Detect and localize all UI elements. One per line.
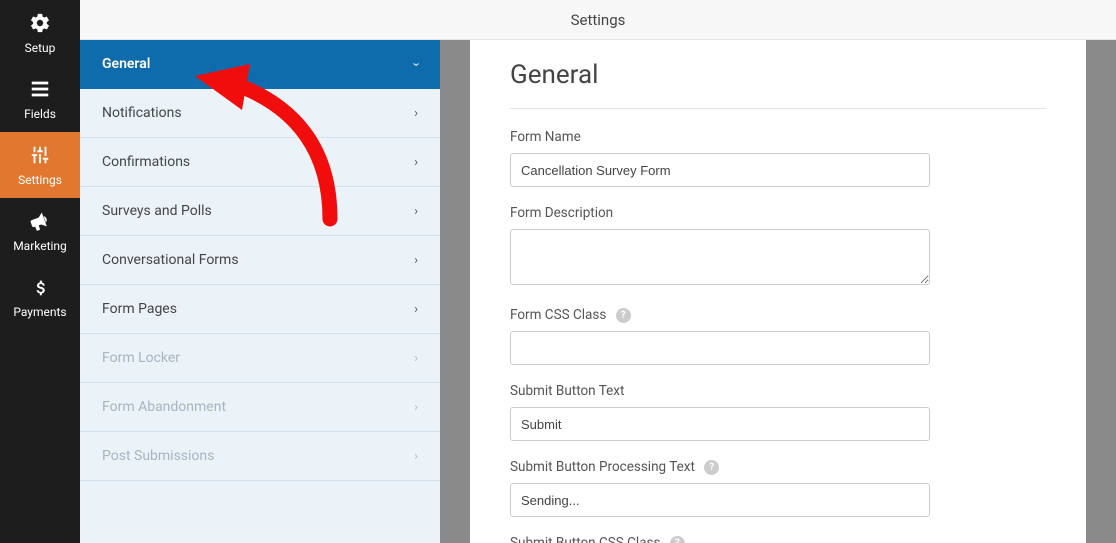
submenu-item-general[interactable]: General › (80, 40, 440, 89)
field-form-name: Form Name (510, 129, 1046, 187)
submenu-item-form-locker[interactable]: Form Locker › (80, 334, 440, 383)
sliders-icon (29, 144, 51, 169)
label-form-name: Form Name (510, 129, 1046, 145)
field-submit-css: Submit Button CSS Class ? (510, 535, 1046, 543)
chevron-right-icon: › (414, 400, 418, 415)
field-submit-processing: Submit Button Processing Text ? (510, 459, 1046, 517)
label-form-css: Form CSS Class ? (510, 307, 1046, 323)
nav-item-payments[interactable]: Payments (0, 264, 80, 330)
chevron-right-icon: › (414, 155, 418, 170)
input-form-description[interactable] (510, 229, 930, 285)
submenu-item-form-abandonment[interactable]: Form Abandonment › (80, 383, 440, 432)
submenu-label: Conversational Forms (102, 252, 239, 268)
label-submit-processing: Submit Button Processing Text ? (510, 459, 1046, 475)
settings-panel: General Form Name Form Description Form … (470, 40, 1086, 543)
nav-label-payments: Payments (13, 305, 66, 319)
submenu-label: General (102, 56, 150, 72)
dollar-icon (29, 276, 51, 301)
panel-heading: General (510, 50, 1046, 109)
submenu-item-notifications[interactable]: Notifications › (80, 89, 440, 138)
nav-item-marketing[interactable]: Marketing (0, 198, 80, 264)
chevron-right-icon: › (414, 351, 418, 366)
nav-label-settings: Settings (18, 173, 62, 187)
nav-rail: Setup Fields Settings Marketing Payments (0, 0, 80, 543)
chevron-right-icon: › (414, 302, 418, 317)
chevron-down-icon: › (409, 62, 424, 66)
submenu-label: Form Abandonment (102, 399, 226, 415)
chevron-right-icon: › (414, 106, 418, 121)
nav-label-marketing: Marketing (13, 239, 67, 253)
label-form-description: Form Description (510, 205, 1046, 221)
chevron-right-icon: › (414, 449, 418, 464)
submenu-item-post-submissions[interactable]: Post Submissions › (80, 432, 440, 481)
label-submit-css: Submit Button CSS Class ? (510, 535, 1046, 543)
bullhorn-icon (29, 210, 51, 235)
help-icon[interactable]: ? (704, 460, 719, 475)
nav-item-settings[interactable]: Settings (0, 132, 80, 198)
nav-item-fields[interactable]: Fields (0, 66, 80, 132)
page-header: Settings (80, 0, 1116, 40)
submenu-label: Form Pages (102, 301, 177, 317)
input-submit-text[interactable] (510, 407, 930, 441)
page-title: Settings (571, 11, 626, 29)
help-icon[interactable]: ? (670, 536, 685, 543)
input-submit-processing[interactable] (510, 483, 930, 517)
list-icon (29, 78, 51, 103)
input-form-css[interactable] (510, 331, 930, 365)
submenu-item-form-pages[interactable]: Form Pages › (80, 285, 440, 334)
submenu-item-conversational[interactable]: Conversational Forms › (80, 236, 440, 285)
submenu-label: Confirmations (102, 154, 190, 170)
submenu-label: Surveys and Polls (102, 203, 212, 219)
field-submit-text: Submit Button Text (510, 383, 1046, 441)
input-form-name[interactable] (510, 153, 930, 187)
chevron-right-icon: › (414, 204, 418, 219)
nav-label-fields: Fields (24, 107, 56, 121)
gear-icon (29, 12, 51, 37)
submenu-label: Form Locker (102, 350, 180, 366)
field-form-css: Form CSS Class ? (510, 307, 1046, 365)
settings-submenu: General › Notifications › Confirmations … (80, 40, 440, 543)
nav-label-setup: Setup (25, 41, 56, 55)
submenu-item-surveys[interactable]: Surveys and Polls › (80, 187, 440, 236)
nav-item-setup[interactable]: Setup (0, 0, 80, 66)
field-form-description: Form Description (510, 205, 1046, 289)
chevron-right-icon: › (414, 253, 418, 268)
help-icon[interactable]: ? (616, 308, 631, 323)
submenu-item-confirmations[interactable]: Confirmations › (80, 138, 440, 187)
submenu-label: Post Submissions (102, 448, 214, 464)
submenu-label: Notifications (102, 105, 182, 121)
label-submit-text: Submit Button Text (510, 383, 1046, 399)
